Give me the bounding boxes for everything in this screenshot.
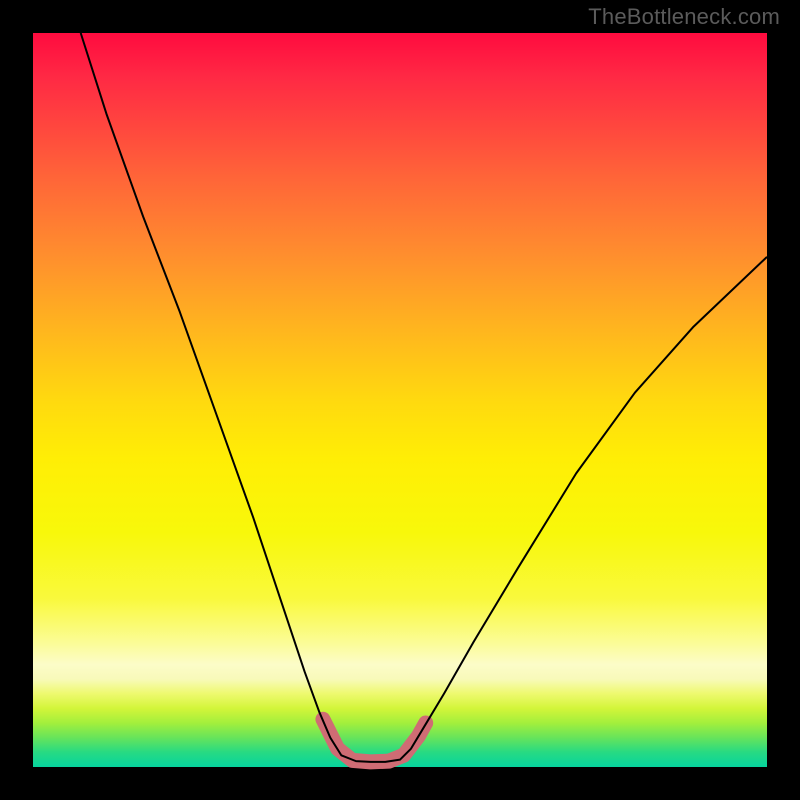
highlight-band: [323, 719, 426, 762]
bottleneck-curve: [81, 33, 767, 762]
chart-frame: TheBottleneck.com: [0, 0, 800, 800]
watermark-text: TheBottleneck.com: [588, 4, 780, 30]
plot-area: [33, 33, 767, 767]
chart-svg: [33, 33, 767, 767]
